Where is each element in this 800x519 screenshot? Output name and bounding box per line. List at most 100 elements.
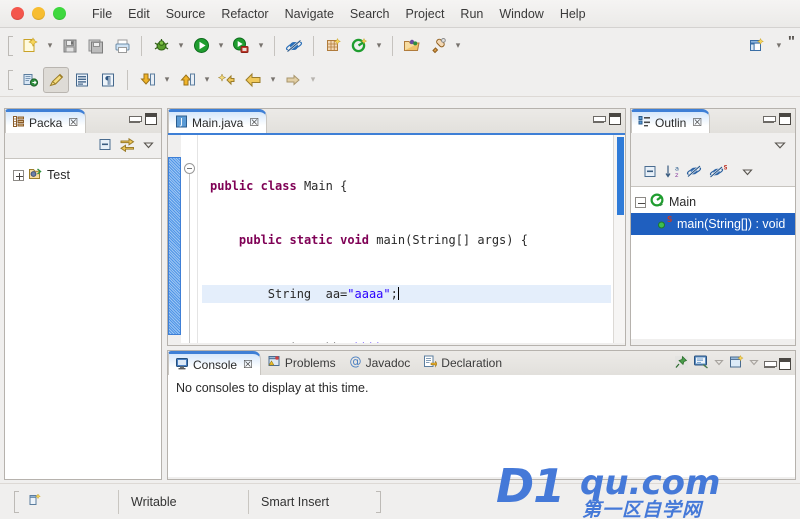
back-icon[interactable] [240,67,266,93]
window-close-button[interactable] [11,7,24,20]
next-annotation-dropdown-arrow[interactable] [160,68,174,92]
menu-project[interactable]: Project [398,4,453,24]
maximize-icon[interactable] [145,113,157,125]
outline-item-main-class[interactable]: Main [631,191,795,213]
editor-toolbar-drag-handle[interactable] [8,69,13,90]
menu-navigate[interactable]: Navigate [277,4,342,24]
tab-outline[interactable]: Outlin ☒ [631,109,711,133]
sort-alphabetically-icon[interactable]: a z [664,164,680,182]
close-icon[interactable]: ☒ [243,358,253,371]
menu-file[interactable]: File [84,4,120,24]
previous-annotation-icon[interactable] [174,67,200,93]
menu-items: File Edit Source Refactor Navigate Searc… [84,4,594,24]
menu-run[interactable]: Run [452,4,491,24]
minimize-icon[interactable] [764,360,777,368]
declaration-icon [423,355,438,371]
tree-item-label: Test [47,168,70,182]
editor-vertical-scrollbar-right[interactable] [613,135,625,343]
collapse-all-icon[interactable] [98,137,113,155]
expander-minus-icon[interactable] [635,196,646,208]
view-menu-icon[interactable] [142,138,155,154]
run-icon[interactable] [188,33,214,59]
maximize-icon[interactable] [609,113,621,125]
close-icon[interactable]: ☒ [249,116,259,129]
editor-vertical-scrollbar-left[interactable] [168,135,181,343]
window-maximize-button[interactable] [53,7,66,20]
save-icon[interactable] [57,33,83,59]
toggle-mark-occurrences-icon[interactable] [17,67,43,93]
new-file-icon[interactable] [17,33,43,59]
debug-icon[interactable] [148,33,174,59]
display-console-icon[interactable] [693,355,709,372]
forward-icon[interactable] [280,67,306,93]
editor-text-area[interactable]: public class Main { public static void m… [168,133,625,343]
menu-edit[interactable]: Edit [120,4,158,24]
print-icon[interactable] [109,33,135,59]
open-console-dropdown-arrow[interactable] [748,356,760,371]
run-coverage-icon[interactable] [228,33,254,59]
coverage-dropdown-arrow[interactable] [254,34,268,58]
collapse-all-icon[interactable] [643,164,658,182]
back-dropdown-arrow[interactable] [266,68,280,92]
perspective-overflow-icon[interactable]: " [788,33,795,58]
save-all-icon[interactable] [83,33,109,59]
code-fold-marker[interactable] [184,163,195,174]
open-perspective-icon[interactable] [744,33,770,59]
open-console-icon[interactable] [729,354,744,372]
tab-package-explorer[interactable]: Packa ☒ [5,109,87,133]
previous-annotation-dropdown-arrow[interactable] [200,68,214,92]
maximize-icon[interactable] [779,113,791,125]
search-dropdown-arrow[interactable] [451,34,465,58]
tab-declaration[interactable]: Declaration [417,351,509,375]
tree-item-test[interactable]: Test [9,165,157,185]
new-package-dropdown-arrow[interactable] [372,34,386,58]
maximize-icon[interactable] [779,357,791,370]
new-package-icon[interactable] [346,33,372,59]
tab-problems[interactable]: Problems [261,351,343,375]
scrollbar-thumb-right[interactable] [617,137,624,215]
tab-console[interactable]: Console ☒ [168,351,261,375]
scrollbar-thumb[interactable] [168,157,181,335]
new-dropdown-arrow[interactable] [43,34,57,58]
next-annotation-icon[interactable] [134,67,160,93]
status-bar-drag-handle[interactable] [14,490,19,513]
new-java-project-icon[interactable] [320,33,346,59]
close-icon[interactable]: ☒ [692,116,702,129]
close-icon[interactable]: ☒ [68,116,78,129]
tab-main-java[interactable]: J Main.java ☒ [168,109,268,133]
display-console-dropdown-arrow[interactable] [713,356,725,371]
perspective-dropdown-arrow[interactable] [772,34,786,58]
show-formatting-icon[interactable]: ¶ [95,67,121,93]
link-with-editor-icon[interactable] [119,137,136,155]
minimize-icon[interactable] [763,115,776,123]
search-icon[interactable] [425,33,451,59]
outline-tree: Main S main(String[]) : void [631,187,795,339]
hide-static-icon[interactable]: S [709,164,728,182]
menu-source[interactable]: Source [158,4,214,24]
show-whitespace-icon[interactable] [69,67,95,93]
menu-search[interactable]: Search [342,4,398,24]
editor-tabbar: J Main.java ☒ [168,109,625,133]
menu-window[interactable]: Window [491,4,551,24]
open-type-icon[interactable] [399,33,425,59]
view-menu-icon[interactable] [741,165,754,181]
expander-plus-icon[interactable] [13,169,24,181]
pin-console-icon[interactable] [674,355,689,372]
window-minimize-button[interactable] [32,7,45,20]
last-edit-location-icon[interactable] [214,67,240,93]
debug-dropdown-arrow[interactable] [174,34,188,58]
minimize-icon[interactable] [593,115,606,123]
hide-fields-icon[interactable] [686,164,703,182]
outline-item-main-method[interactable]: S main(String[]) : void [631,213,795,235]
tab-javadoc[interactable]: @ Javadoc [343,351,418,375]
annotate-icon[interactable] [43,66,69,93]
toolbar-drag-handle[interactable] [8,35,13,56]
menu-refactor[interactable]: Refactor [213,4,276,24]
skip-breakpoints-icon[interactable] [281,33,307,59]
view-menu-arrow-icon[interactable] [773,138,787,154]
menu-help[interactable]: Help [552,4,594,24]
forward-dropdown-arrow[interactable] [306,68,320,92]
minimize-icon[interactable] [129,115,142,123]
run-dropdown-arrow[interactable] [214,34,228,58]
status-bar: Writable Smart Insert [0,483,800,519]
